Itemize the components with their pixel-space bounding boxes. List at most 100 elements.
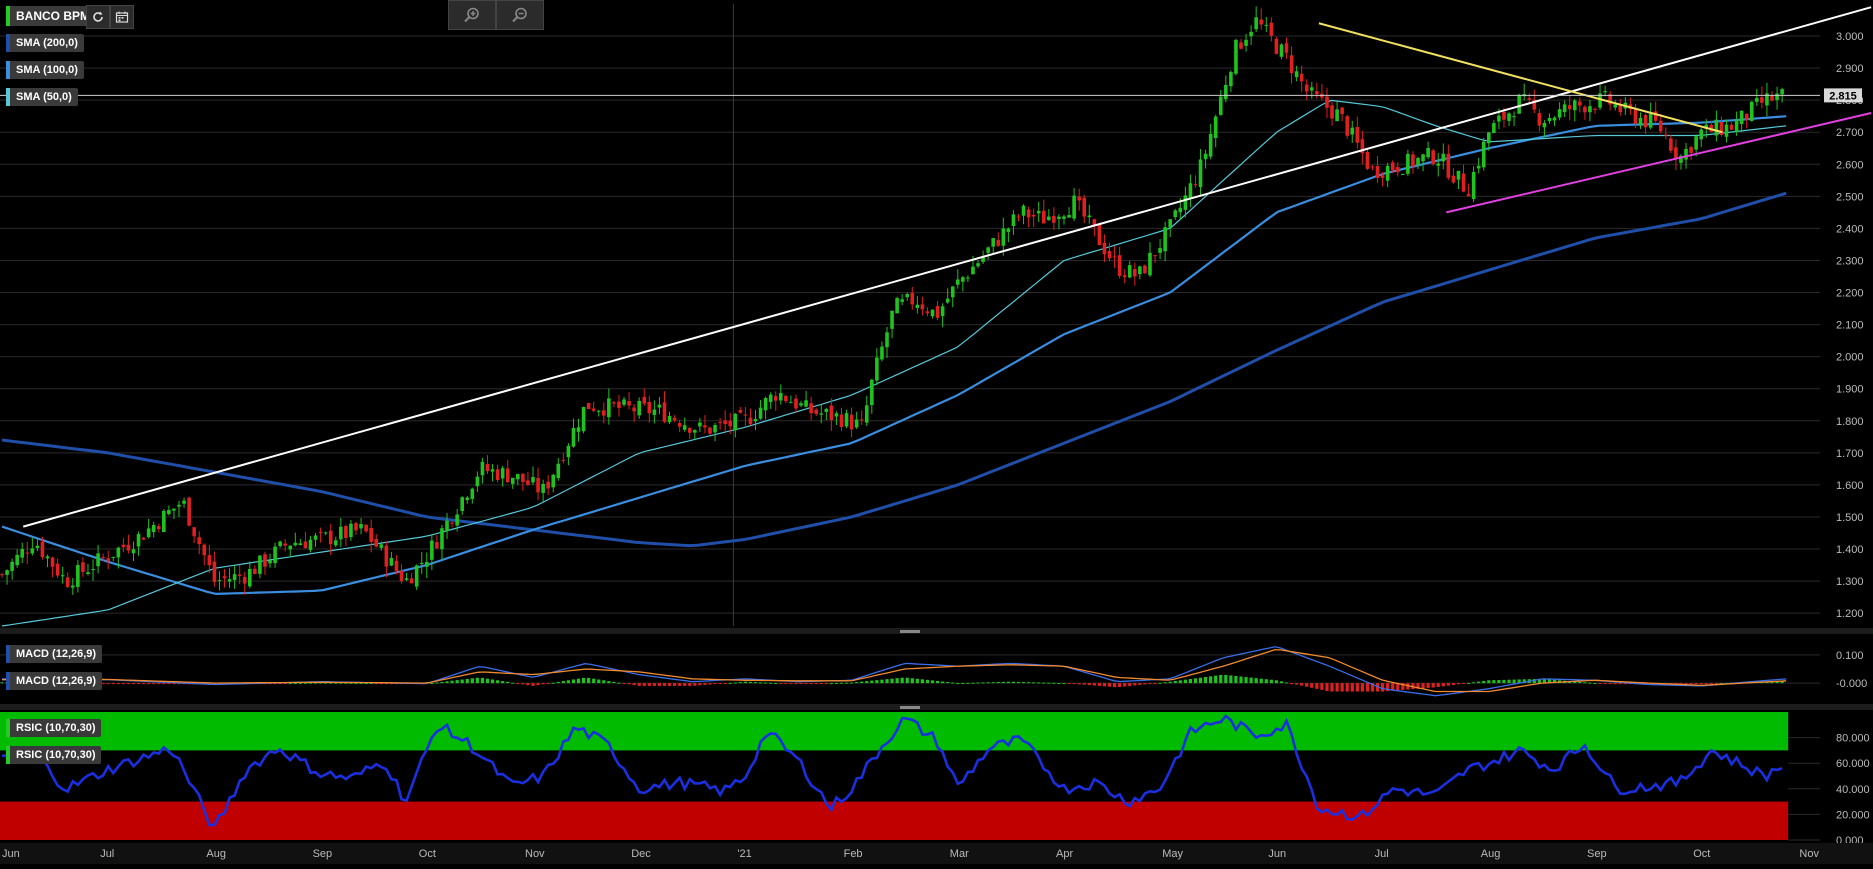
rsi-tick-label: 80.000 [1836, 733, 1870, 745]
price-tick-label: 1.300 [1836, 576, 1864, 588]
macd-histogram-bar [733, 682, 737, 684]
candle-body [1082, 197, 1087, 217]
sma50-tag[interactable]: SMA (50,0) [6, 88, 78, 106]
candle-body [925, 311, 930, 314]
macd-histogram-bar [1451, 683, 1455, 685]
sma200-tag[interactable]: SMA (200,0) [6, 34, 84, 52]
candle-body [617, 401, 621, 408]
macd-histogram-bar [470, 678, 474, 684]
macd-histogram-bar [1037, 682, 1041, 684]
candle-body [1229, 72, 1233, 87]
candle-body [748, 417, 753, 424]
candle-body [677, 422, 682, 427]
price-tick-label: 1.500 [1836, 512, 1864, 524]
macd-histogram-bar [1143, 683, 1147, 685]
candle-body [763, 398, 768, 411]
macd-rsi-splitter[interactable] [0, 704, 1873, 710]
candle-body [1760, 97, 1764, 103]
macd-histogram-bar [1461, 683, 1466, 685]
candle-body [1335, 109, 1339, 122]
macd-histogram-bar [1123, 683, 1127, 687]
price-macd-splitter[interactable] [0, 628, 1873, 634]
rsi-tag-2[interactable]: RSIC (10,70,30) [6, 746, 102, 764]
macd-histogram-bar [1295, 683, 1299, 685]
macd-histogram-bar [1593, 683, 1597, 685]
candle-body [384, 545, 389, 567]
macd-histogram-bar [142, 683, 146, 685]
macd-histogram-bar [738, 682, 742, 684]
zoom-out-button[interactable] [496, 0, 544, 30]
macd-tag-2[interactable]: MACD (12,26,9) [6, 672, 103, 690]
macd-histogram-bar [708, 683, 712, 685]
zoom-in-button[interactable] [448, 0, 496, 30]
candle-body [116, 547, 121, 558]
candle-body [1011, 214, 1016, 227]
macd-histogram-bar [1163, 682, 1167, 684]
refresh-button[interactable] [86, 5, 110, 29]
macd-histogram-bar [784, 683, 788, 685]
macd-histogram-bar [445, 681, 449, 684]
candle-body [1770, 95, 1774, 101]
candle-body [1416, 157, 1420, 166]
candle-body [834, 413, 839, 417]
calendar-button[interactable] [110, 5, 134, 29]
stock-chart[interactable]: 1.200 1.300 1.400 1.500 1.600 1.700 1.800 1.900… [0, 0, 1873, 864]
candle-body [81, 562, 85, 572]
macd-histogram-bar [622, 683, 626, 685]
candle-body [1133, 269, 1137, 277]
macd-histogram-bar [101, 683, 105, 685]
candle-body [232, 574, 237, 581]
candle-body [1633, 109, 1638, 124]
price-tick-label: 1.800 [1836, 416, 1864, 428]
candle-body [1749, 101, 1754, 121]
candle-body [237, 574, 242, 576]
candle-body [273, 546, 277, 564]
chart-stage[interactable]: 1.200 1.300 1.400 1.500 1.600 1.700 1.800 1.900… [0, 0, 1873, 864]
rsi-tag-1[interactable]: RSIC (10,70,30) [6, 719, 102, 737]
candle-body [971, 266, 975, 275]
candle-body [1487, 132, 1491, 144]
candle-body [1618, 105, 1623, 113]
macd-histogram-bar [1583, 682, 1587, 684]
candle-body [1041, 210, 1046, 224]
candle-body [1112, 256, 1117, 258]
candle-body [1689, 147, 1693, 153]
price-tick-label: 2.500 [1836, 191, 1864, 203]
symbol-tag[interactable]: BANCO BPM [6, 6, 96, 26]
price-tick-label: 1.200 [1836, 608, 1864, 620]
candle-body [1127, 265, 1132, 278]
rsi-label-1: RSIC (10,70,30) [16, 722, 96, 734]
candle-body [308, 539, 313, 550]
candle-body [910, 293, 915, 305]
candle-body [450, 522, 454, 524]
macd-histogram-bar [1431, 683, 1435, 688]
candle-body [1122, 275, 1127, 278]
macd-histogram-bar [895, 678, 899, 684]
candle-body [935, 305, 940, 318]
macd-histogram-bar [460, 679, 464, 684]
candle-body [859, 419, 864, 421]
candle-body [1466, 193, 1471, 197]
candle-body [5, 570, 9, 575]
splitter-handle[interactable] [900, 630, 920, 633]
candle-body [814, 409, 818, 414]
macd-histogram-bar [1021, 682, 1026, 684]
candle-body [1593, 108, 1597, 110]
macd-histogram-bar [1689, 683, 1693, 685]
sma100-tag[interactable]: SMA (100,0) [6, 61, 84, 79]
macd-histogram-bar [900, 677, 904, 684]
candle-body [1471, 171, 1476, 200]
candle-body [364, 524, 368, 532]
splitter-handle[interactable] [900, 706, 920, 709]
rsi-swatch-1 [6, 719, 10, 737]
macd-swatch-2 [6, 672, 10, 690]
candle-body [966, 277, 970, 279]
macd-tag-1[interactable]: MACD (12,26,9) [6, 645, 103, 663]
price-tick-label: 1.700 [1836, 448, 1864, 460]
candle-body [414, 565, 419, 587]
macd-histogram-bar [779, 683, 783, 685]
candle-body [1502, 111, 1506, 120]
candle-body [207, 555, 212, 566]
macd-histogram-bar [1603, 683, 1607, 685]
candle-body [1239, 42, 1243, 49]
